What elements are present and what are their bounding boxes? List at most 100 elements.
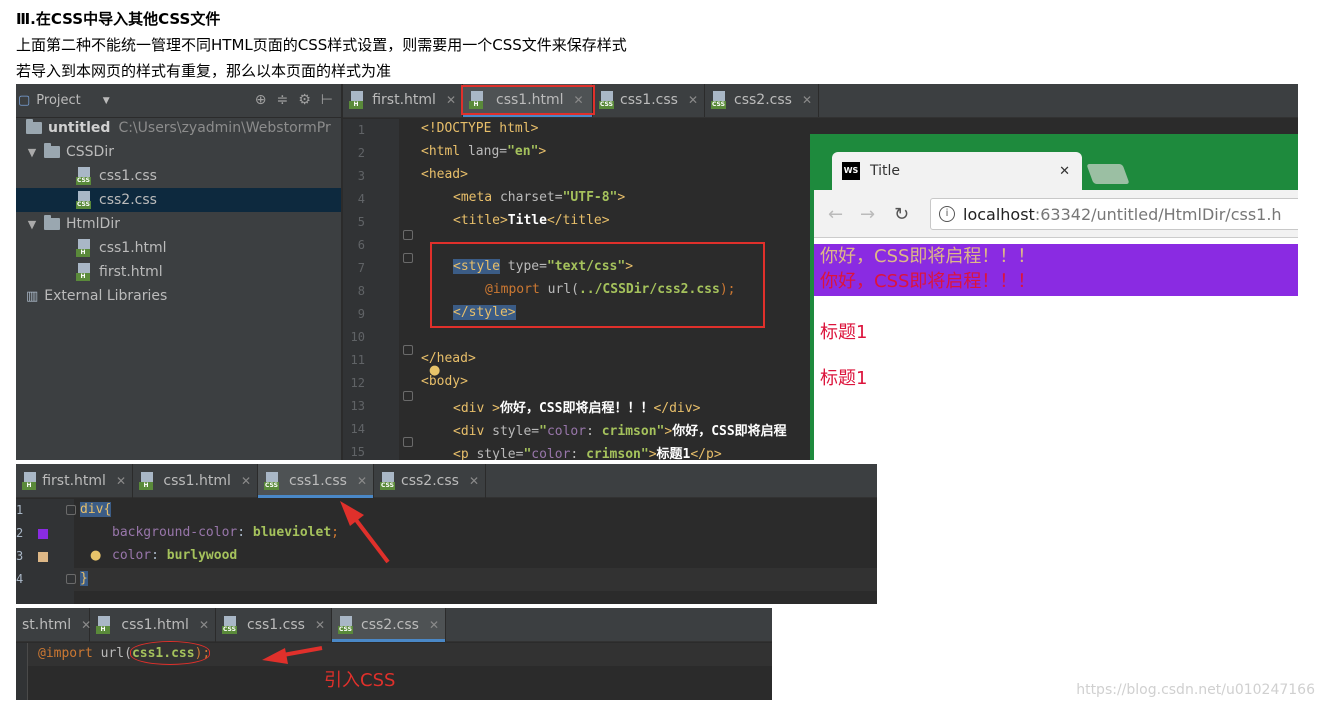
- fold-marker-icon[interactable]: [66, 505, 76, 515]
- tab-label: css2.css: [361, 617, 419, 633]
- fold-marker-icon[interactable]: [403, 253, 413, 263]
- close-icon[interactable]: ✕: [1059, 164, 1070, 179]
- collapse-all-icon[interactable]: ≑: [277, 92, 289, 108]
- html-file-icon: H: [76, 263, 93, 281]
- crosshair-icon[interactable]: ⊕: [255, 92, 267, 108]
- code-line-4: <meta charset="UTF-8">: [453, 190, 625, 205]
- code-token: style=: [492, 424, 540, 439]
- tree-item-css1[interactable]: CSS css1.css: [16, 164, 341, 188]
- tab-css2-css[interactable]: CSS css2.css ✕: [332, 608, 446, 642]
- address-bar[interactable]: i localhost:63342/untitled/HtmlDir/css1.…: [930, 198, 1298, 230]
- line-number: 11: [350, 353, 365, 367]
- code-token: color: [546, 424, 587, 439]
- info-icon[interactable]: i: [939, 206, 955, 222]
- tree-item-css2[interactable]: CSS css2.css: [16, 188, 341, 212]
- code-token: >: [617, 190, 626, 205]
- close-icon[interactable]: ✕: [469, 474, 479, 488]
- close-icon[interactable]: ✕: [116, 474, 126, 488]
- ide-screenshot-main: ▢ Project ▼ ⊕ ≑ ⚙ ⊢ untitled C:\Users\zy…: [16, 84, 1298, 460]
- tree-item-external-libraries[interactable]: ▥ External Libraries: [16, 284, 341, 308]
- tab-css1-css[interactable]: CSS css1.css ✕: [216, 608, 332, 642]
- back-arrow-icon[interactable]: ←: [828, 204, 843, 225]
- code-token: crimson: [601, 424, 657, 439]
- tree-item-label: HtmlDir: [66, 216, 120, 232]
- close-icon[interactable]: ✕: [688, 93, 698, 107]
- tab-css1-css[interactable]: CSS css1.css ✕: [258, 464, 374, 498]
- html-file-icon: H: [349, 91, 363, 109]
- new-tab-button[interactable]: [1086, 164, 1130, 184]
- code-editor[interactable]: 1 2 3 4 ● div{ background-color: bluevio…: [16, 499, 877, 604]
- browser-toolbar: ← → ↻ i localhost:63342/untitled/HtmlDir…: [814, 190, 1298, 238]
- code-token: <meta: [453, 190, 500, 205]
- code-line-3: <head>: [421, 167, 468, 182]
- code-token: <head>: [421, 167, 468, 182]
- watermark: https://blog.csdn.net/u010247166: [1076, 682, 1315, 698]
- browser-tab[interactable]: WS Title ✕: [832, 152, 1082, 190]
- code-token: :: [151, 548, 167, 563]
- forward-arrow-icon[interactable]: →: [860, 204, 875, 225]
- reload-icon[interactable]: ↻: [894, 204, 909, 225]
- code-token: blueviolet: [252, 525, 332, 540]
- ide-screenshot-css1: H first.html ✕ H css1.html ✕ CSS css1.cs…: [16, 464, 877, 604]
- tab-first-html[interactable]: H first.html ✕: [343, 84, 463, 117]
- expand-arrow-icon[interactable]: ▼: [24, 218, 40, 231]
- tree-item-first-html[interactable]: H first.html: [16, 260, 341, 284]
- code-line-4: }: [80, 571, 88, 586]
- code-line-13: <div >你好，CSS即将启程！！！</div>: [453, 397, 700, 416]
- editor-gutter: [16, 643, 28, 700]
- tab-css2-css[interactable]: CSS css2.css ✕: [374, 464, 486, 498]
- html-file-icon: H: [22, 472, 36, 490]
- expand-arrow-icon[interactable]: ▼: [24, 146, 40, 159]
- tab-css1-css[interactable]: CSS css1.css ✕: [593, 84, 705, 117]
- code-token: lang=: [467, 144, 508, 159]
- fold-marker-icon[interactable]: [403, 230, 413, 240]
- lightbulb-icon[interactable]: ●: [90, 548, 101, 563]
- tree-item-htmldir[interactable]: ▼ HtmlDir: [16, 212, 341, 236]
- close-icon[interactable]: ✕: [429, 618, 439, 632]
- tab-first-html[interactable]: st.html ✕: [16, 608, 91, 642]
- fold-marker-icon[interactable]: [66, 574, 76, 584]
- line-number: 8: [357, 284, 365, 298]
- close-icon[interactable]: ✕: [446, 93, 456, 107]
- editor-tab-bar: H first.html ✕ H css1.html ✕ CSS css1.cs…: [16, 464, 877, 498]
- hide-panel-icon[interactable]: ⊢: [321, 92, 333, 108]
- folder-icon: [44, 143, 60, 158]
- gear-icon[interactable]: ⚙: [298, 92, 311, 108]
- fold-marker-icon[interactable]: [403, 437, 413, 447]
- code-line-14: <div style="color: crimson">你好，CSS即将启程: [453, 420, 787, 439]
- code-token: >: [648, 447, 657, 460]
- close-icon[interactable]: ✕: [241, 474, 251, 488]
- chevron-down-icon[interactable]: ▼: [103, 96, 110, 106]
- code-token: </p>: [690, 447, 722, 460]
- close-icon[interactable]: ✕: [802, 93, 812, 107]
- code-line-1: div{: [80, 502, 112, 517]
- tab-css2-css[interactable]: CSS css2.css ✕: [705, 84, 819, 117]
- code-token: ": [539, 424, 547, 439]
- tab-css1-html[interactable]: H css1.html ✕: [133, 464, 258, 498]
- line-number: 5: [357, 215, 365, 229]
- color-swatch-blueviolet[interactable]: [38, 529, 48, 539]
- project-panel-title: Project: [36, 93, 81, 108]
- code-token: background-color: [112, 525, 238, 540]
- tree-item-label: css2.css: [99, 192, 157, 208]
- tree-item-css1-html[interactable]: H css1.html: [16, 236, 341, 260]
- highlight-box-tab: [461, 85, 595, 115]
- code-token: <!DOCTYPE html>: [421, 121, 539, 136]
- tree-item-cssdir[interactable]: ▼ CSSDir: [16, 140, 341, 164]
- fold-marker-icon[interactable]: [403, 345, 413, 355]
- line-number: 7: [357, 261, 365, 275]
- color-swatch-burlywood[interactable]: [38, 552, 48, 562]
- fold-marker-icon[interactable]: [403, 391, 413, 401]
- tab-label: css2.css: [734, 92, 792, 108]
- code-line-15: <p style="color: crimson">标题1</p>: [453, 443, 722, 460]
- close-icon[interactable]: ✕: [357, 474, 367, 488]
- tree-root-path: C:\Users\zyadmin\WebstormPr: [118, 120, 331, 136]
- tab-css1-html[interactable]: H css1.html ✕: [90, 608, 216, 642]
- close-icon[interactable]: ✕: [315, 618, 325, 632]
- tree-root[interactable]: untitled C:\Users\zyadmin\WebstormPr: [16, 116, 341, 140]
- tab-first-html[interactable]: H first.html ✕: [16, 464, 133, 498]
- close-icon[interactable]: ✕: [199, 618, 209, 632]
- tree-item-label: css1.html: [99, 240, 167, 256]
- project-icon: ▢: [18, 93, 31, 108]
- line-number: 2: [16, 526, 24, 540]
